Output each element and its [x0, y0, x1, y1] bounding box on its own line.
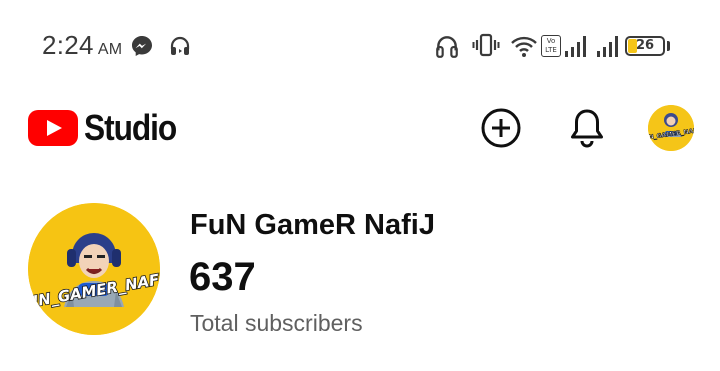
battery-icon: 26 [625, 36, 665, 56]
account-avatar[interactable]: FUN_GAMER_NAFIJ [648, 105, 694, 151]
battery-cap [667, 41, 670, 51]
clock: 2:24 AM [42, 30, 122, 61]
signal-icon [596, 34, 620, 63]
youtube-studio-logo[interactable]: Studio [28, 107, 189, 149]
wifi-icon [510, 34, 538, 63]
clock-time: 2:24 [42, 30, 94, 60]
bell-icon [571, 109, 603, 148]
headphones-icon [168, 34, 192, 63]
youtube-play-icon [28, 110, 78, 146]
volte-label-top: Vo [546, 37, 556, 45]
logo-text: Studio [84, 107, 177, 148]
clock-ampm: AM [97, 41, 123, 58]
channel-name: FuN GameR NafiJ [190, 209, 435, 241]
messenger-icon [130, 34, 154, 63]
headphones-icon [434, 33, 460, 64]
signal-icon [564, 34, 588, 63]
notifications-button[interactable] [567, 105, 607, 149]
plus-circle-icon [481, 108, 521, 148]
gamer-avatar-icon: FUN_GAMER_NAFIJ [28, 203, 160, 335]
volte-icon: Vo LTE [541, 35, 561, 57]
subscriber-count: 637 [189, 255, 256, 299]
status-bar: 2:24 AM Vo LTE 26 [0, 0, 720, 92]
channel-avatar: FUN_GAMER_NAFIJ [28, 203, 160, 335]
vibrate-icon [472, 32, 500, 63]
subscriber-label: Total subscribers [190, 310, 363, 336]
create-button[interactable] [480, 107, 522, 149]
gamer-avatar-icon: FUN_GAMER_NAFIJ [648, 105, 694, 151]
battery-level: 26 [635, 38, 655, 53]
volte-label-bottom: LTE [545, 46, 557, 54]
